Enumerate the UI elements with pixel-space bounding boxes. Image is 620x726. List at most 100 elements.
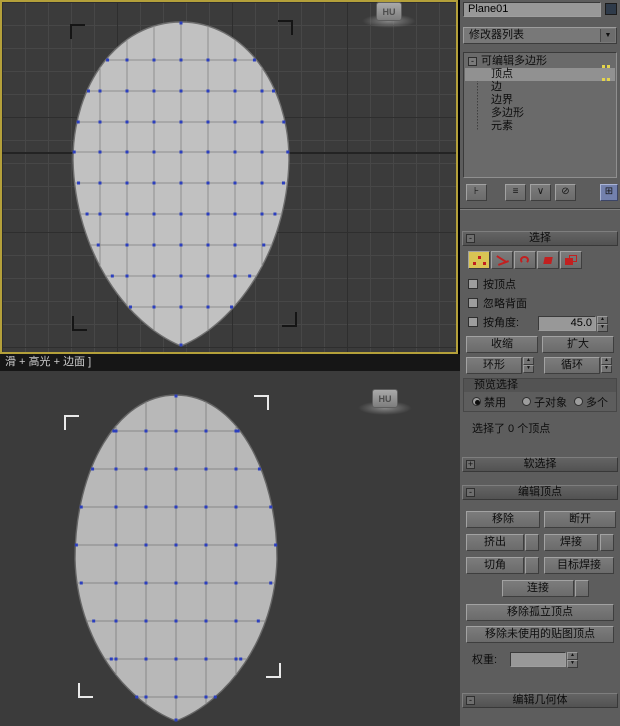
stack-row-label: 多边形 bbox=[491, 107, 524, 119]
angle-spinner[interactable]: ▲ ▼ bbox=[597, 316, 608, 332]
spinner-down-icon[interactable]: ▼ bbox=[567, 660, 578, 668]
vertex-icon bbox=[483, 262, 486, 265]
preview-multiple-radio[interactable] bbox=[574, 397, 583, 406]
mesh-wireframe-top bbox=[72, 21, 290, 347]
rollout-edit-geometry[interactable]: - 编辑几何体 bbox=[462, 693, 618, 708]
viewport-bottom[interactable]: HU bbox=[0, 371, 460, 726]
preview-subobject-radio[interactable] bbox=[522, 397, 531, 406]
selection-bracket bbox=[70, 24, 85, 39]
configure-modifier-sets-button[interactable]: ⊞ bbox=[600, 184, 618, 201]
spinner-up-icon[interactable]: ▲ bbox=[601, 357, 612, 365]
border-mode-button[interactable] bbox=[514, 251, 536, 269]
rollout-soft-selection[interactable]: + 软选择 bbox=[462, 457, 618, 472]
angle-value-field[interactable]: 45.0 bbox=[538, 316, 596, 331]
element-mode-button[interactable] bbox=[560, 251, 582, 269]
stack-row-element[interactable]: 元素 bbox=[465, 120, 615, 133]
chamfer-settings-button[interactable] bbox=[525, 557, 539, 574]
loop-button[interactable]: 循环 bbox=[544, 357, 600, 374]
polygon-mode-button[interactable] bbox=[537, 251, 559, 269]
vertex-icon bbox=[478, 256, 481, 259]
polygon-icon bbox=[543, 257, 553, 264]
make-unique-button[interactable]: ∨ bbox=[530, 184, 551, 201]
remove-modifier-button[interactable]: ⊘ bbox=[555, 184, 576, 201]
viewport-shading-label[interactable]: 滑 + 高光 + 边面 ] bbox=[0, 354, 460, 371]
collapse-icon[interactable]: - bbox=[468, 57, 477, 66]
shrink-button[interactable]: 收缩 bbox=[466, 336, 538, 353]
ring-button[interactable]: 环形 bbox=[466, 357, 522, 374]
weight-label: 权重: bbox=[472, 654, 498, 666]
spinner-up-icon[interactable]: ▲ bbox=[523, 357, 534, 365]
edge-mode-button[interactable] bbox=[491, 251, 513, 269]
watermark-logo: HU bbox=[358, 389, 426, 423]
pin-stack-button[interactable]: ⊦ bbox=[466, 184, 487, 201]
ignore-backfacing-checkbox[interactable] bbox=[468, 298, 478, 308]
spinner-down-icon[interactable]: ▼ bbox=[601, 365, 612, 373]
by-vertex-checkbox[interactable] bbox=[468, 279, 478, 289]
stack-row-editable-poly[interactable]: - 可编辑多边形 bbox=[465, 55, 615, 68]
vertex-icon bbox=[473, 262, 476, 265]
stack-row-edge[interactable]: 边 bbox=[465, 81, 615, 94]
extrude-settings-button[interactable] bbox=[525, 534, 539, 551]
edge-icon bbox=[497, 260, 510, 266]
spinner-down-icon[interactable]: ▼ bbox=[523, 365, 534, 373]
target-weld-button[interactable]: 目标焊接 bbox=[544, 557, 614, 574]
watermark-text: HU bbox=[376, 2, 402, 21]
connect-settings-button[interactable] bbox=[575, 580, 589, 597]
selection-bracket bbox=[78, 683, 93, 698]
vertex-mode-button[interactable] bbox=[468, 251, 490, 269]
weld-button[interactable]: 焊接 bbox=[544, 534, 598, 551]
selection-status-text: 选择了 0 个顶点 bbox=[472, 423, 551, 435]
preview-disable-radio[interactable] bbox=[472, 397, 481, 406]
element-icon bbox=[565, 258, 573, 265]
by-angle-label: 按角度: bbox=[483, 317, 520, 329]
border-icon bbox=[520, 256, 529, 264]
stack-row-polygon[interactable]: 多边形 bbox=[465, 107, 615, 120]
modifier-list-label: 修改器列表 bbox=[469, 29, 524, 41]
ring-spinner[interactable]: ▲ ▼ bbox=[523, 357, 534, 373]
extrude-button[interactable]: 挤出 bbox=[466, 534, 524, 551]
loop-spinner[interactable]: ▲ ▼ bbox=[601, 357, 612, 373]
weight-spinner[interactable]: ▲ ▼ bbox=[567, 652, 578, 668]
viewport-area: HU 滑 + 高光 + 边面 ] HU bbox=[0, 0, 460, 726]
remove-unused-map-verts-button[interactable]: 移除未使用的贴图顶点 bbox=[466, 626, 614, 643]
preview-subobject-label: 子对象 bbox=[534, 397, 567, 409]
grow-button[interactable]: 扩大 bbox=[542, 336, 614, 353]
rollout-title: 编辑顶点 bbox=[518, 486, 562, 498]
stack-row-label: 元素 bbox=[491, 120, 513, 132]
collapse-icon: - bbox=[466, 696, 475, 705]
stack-row-border[interactable]: 边界 bbox=[465, 94, 615, 107]
selection-bracket bbox=[64, 415, 79, 430]
panel-separator bbox=[460, 208, 620, 210]
chamfer-button[interactable]: 切角 bbox=[466, 557, 524, 574]
selection-bracket bbox=[282, 312, 297, 327]
modifier-stack: - 可编辑多边形 顶点 边 边界 多边形 元素 bbox=[463, 52, 617, 178]
show-end-result-button[interactable]: ≡ bbox=[505, 184, 526, 201]
spinner-up-icon[interactable]: ▲ bbox=[567, 652, 578, 660]
preview-selection-group: 预览选择 禁用 子对象 多个 bbox=[463, 378, 617, 412]
stack-row-vertex[interactable]: 顶点 bbox=[465, 68, 615, 81]
collapse-icon: - bbox=[466, 488, 475, 497]
viewport-top[interactable]: HU bbox=[0, 0, 458, 354]
selection-bracket bbox=[254, 395, 269, 410]
object-name-field[interactable]: Plane01 bbox=[463, 2, 601, 17]
break-button[interactable]: 断开 bbox=[544, 511, 616, 528]
rollout-title: 软选择 bbox=[523, 458, 557, 470]
spinner-down-icon[interactable]: ▼ bbox=[597, 324, 608, 332]
object-color-swatch[interactable] bbox=[605, 3, 617, 15]
app-window: HU 滑 + 高光 + 边面 ] HU Plane01 修改器列表 ▼ - 可编… bbox=[0, 0, 620, 726]
weld-settings-button[interactable] bbox=[600, 534, 614, 551]
remove-isolated-vertices-button[interactable]: 移除孤立顶点 bbox=[466, 604, 614, 621]
rollout-title: 编辑几何体 bbox=[512, 694, 568, 706]
rollout-selection[interactable]: - 选择 bbox=[462, 231, 618, 246]
stack-row-label: 边 bbox=[491, 81, 502, 93]
by-vertex-label: 按顶点 bbox=[483, 279, 516, 291]
modifier-list-dropdown[interactable]: 修改器列表 ▼ bbox=[463, 27, 617, 44]
spinner-up-icon[interactable]: ▲ bbox=[597, 316, 608, 324]
by-angle-checkbox[interactable] bbox=[468, 317, 478, 327]
rollout-edit-vertices[interactable]: - 编辑顶点 bbox=[462, 485, 618, 500]
collapse-icon: - bbox=[466, 234, 475, 243]
remove-button[interactable]: 移除 bbox=[466, 511, 540, 528]
weight-value-field[interactable] bbox=[510, 652, 566, 667]
watermark-logo: HU bbox=[362, 2, 430, 36]
connect-button[interactable]: 连接 bbox=[502, 580, 574, 597]
